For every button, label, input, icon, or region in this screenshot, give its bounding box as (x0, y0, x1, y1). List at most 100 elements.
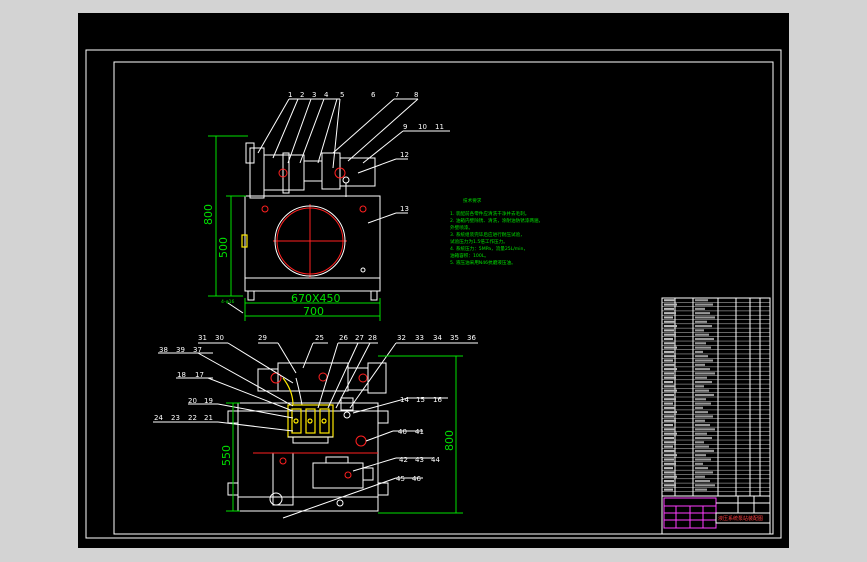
parts-row-mark (664, 406, 675, 409)
parts-row-mark (664, 467, 673, 470)
parts-row-mark (695, 488, 707, 491)
parts-row-mark (664, 389, 677, 392)
part-number: 18 (177, 371, 186, 379)
part-number: 15 (416, 396, 425, 404)
parts-row-mark (695, 363, 705, 366)
part-number: 13 (400, 205, 409, 213)
part-number: 37 (193, 346, 202, 354)
parts-row-mark (695, 402, 711, 405)
parts-row-mark (695, 307, 705, 310)
motor (249, 147, 265, 199)
parts-row-mark (695, 406, 703, 409)
parts-row-mark (695, 449, 714, 452)
part-number: 16 (433, 396, 442, 404)
part-number: 20 (188, 397, 197, 405)
parts-row-mark (664, 333, 676, 336)
parts-row-mark (695, 346, 711, 349)
part-number: 21 (204, 414, 213, 422)
part-number: 24 (154, 414, 163, 422)
dim-height-body: 500 (217, 237, 230, 258)
parts-row-mark (695, 325, 712, 328)
dim-height-total-front: 800 (443, 430, 456, 451)
tank-body-front (237, 410, 379, 512)
parts-row-mark (664, 320, 675, 323)
parts-row-mark (664, 475, 677, 478)
part-number: 23 (171, 414, 180, 422)
parts-row-mark (695, 462, 703, 465)
parts-row-mark (695, 380, 712, 384)
part-number: 40 (398, 428, 407, 436)
parts-row-mark (664, 454, 677, 457)
parts-row-mark (664, 449, 675, 452)
note-line: 1. 装配前各零件应清洗干净并去毛刺。 (450, 210, 529, 217)
parts-row-mark (695, 467, 708, 470)
part-number: 34 (433, 334, 442, 342)
part-numbers-bottom-left: 38 39 37 18 17 20 19 24 23 22 21 (154, 346, 213, 422)
parts-row-mark (695, 368, 710, 371)
parts-row-mark (664, 484, 676, 487)
parts-row-mark (664, 471, 675, 474)
note-line: 外壁喷漆。 (450, 224, 473, 231)
parts-row-mark (664, 419, 676, 422)
part-number: 43 (415, 456, 424, 464)
part-number: 9 (403, 123, 407, 131)
parts-row-mark (695, 342, 706, 345)
parts-row-mark (695, 424, 710, 427)
parts-row-mark (664, 372, 674, 375)
part-number: 39 (176, 346, 185, 354)
parts-row-mark (664, 316, 673, 319)
part-number: 2 (300, 91, 304, 99)
parts-row-mark (664, 385, 675, 388)
parts-row-mark (664, 307, 674, 310)
parts-row-mark (664, 363, 675, 366)
parts-row-mark (695, 299, 708, 302)
part-number: 19 (204, 397, 213, 405)
parts-row-mark (695, 393, 714, 396)
parts-row-mark (695, 454, 706, 457)
leaders-top (257, 98, 450, 224)
parts-row-mark (664, 411, 677, 414)
parts-row-mark (664, 398, 676, 401)
part-number: 25 (315, 334, 324, 342)
parts-row-mark (664, 479, 674, 483)
parts-row-mark (664, 325, 677, 328)
parts-row-mark (695, 428, 715, 431)
parts-rows (662, 299, 770, 492)
parts-row-mark (695, 445, 709, 448)
parts-row-mark (664, 342, 675, 345)
parts-row-mark (695, 398, 706, 401)
parts-row-mark (664, 424, 673, 427)
drawing-canvas: 1 2 3 4 5 6 7 8 9 10 11 12 13 800 500 67… (78, 13, 789, 548)
dim-leg-holes: 4-φ16 (221, 299, 235, 305)
parts-row-mark (695, 376, 707, 379)
note-line: 2. 油箱内壁除锈、清洗，涂耐油防锈漆两遍， (450, 217, 543, 224)
part-number: 12 (400, 151, 409, 159)
parts-row-mark (664, 350, 674, 353)
dim-width-inner: 670X450 (291, 292, 341, 305)
parts-row-mark (695, 479, 710, 483)
parts-row-mark (695, 350, 703, 353)
parts-row-mark (695, 355, 708, 358)
part-number: 45 (396, 475, 405, 483)
part-number: 1 (288, 91, 292, 99)
part-number: 11 (435, 123, 444, 131)
part-number: 26 (339, 334, 348, 342)
part-number: 42 (399, 456, 408, 464)
part-number: 29 (258, 334, 267, 342)
part-number: 30 (215, 334, 224, 342)
parts-row-mark (695, 436, 712, 440)
part-number: 35 (450, 334, 459, 342)
parts-row-mark (664, 436, 674, 440)
part-number: 28 (368, 334, 377, 342)
part-numbers-top: 1 2 3 4 5 6 7 8 9 10 11 12 13 (288, 91, 444, 213)
note-line: 4. 系统压力：5MPa，流量25L/min， (450, 245, 528, 252)
top-dimensions: 800 500 670X450 700 4-φ16 (202, 135, 381, 321)
technical-notes: 技术要求 1. 装配前各零件应清洗干净并去毛刺。 2. 油箱内壁除锈、清洗，涂耐… (450, 197, 543, 266)
dim-height-total: 800 (202, 204, 215, 225)
parts-row-mark (695, 484, 715, 487)
parts-row-mark (695, 333, 709, 336)
parts-row-mark (695, 458, 711, 461)
parts-row-mark (664, 488, 673, 491)
parts-row-mark (695, 432, 707, 435)
part-number: 3 (312, 91, 316, 99)
